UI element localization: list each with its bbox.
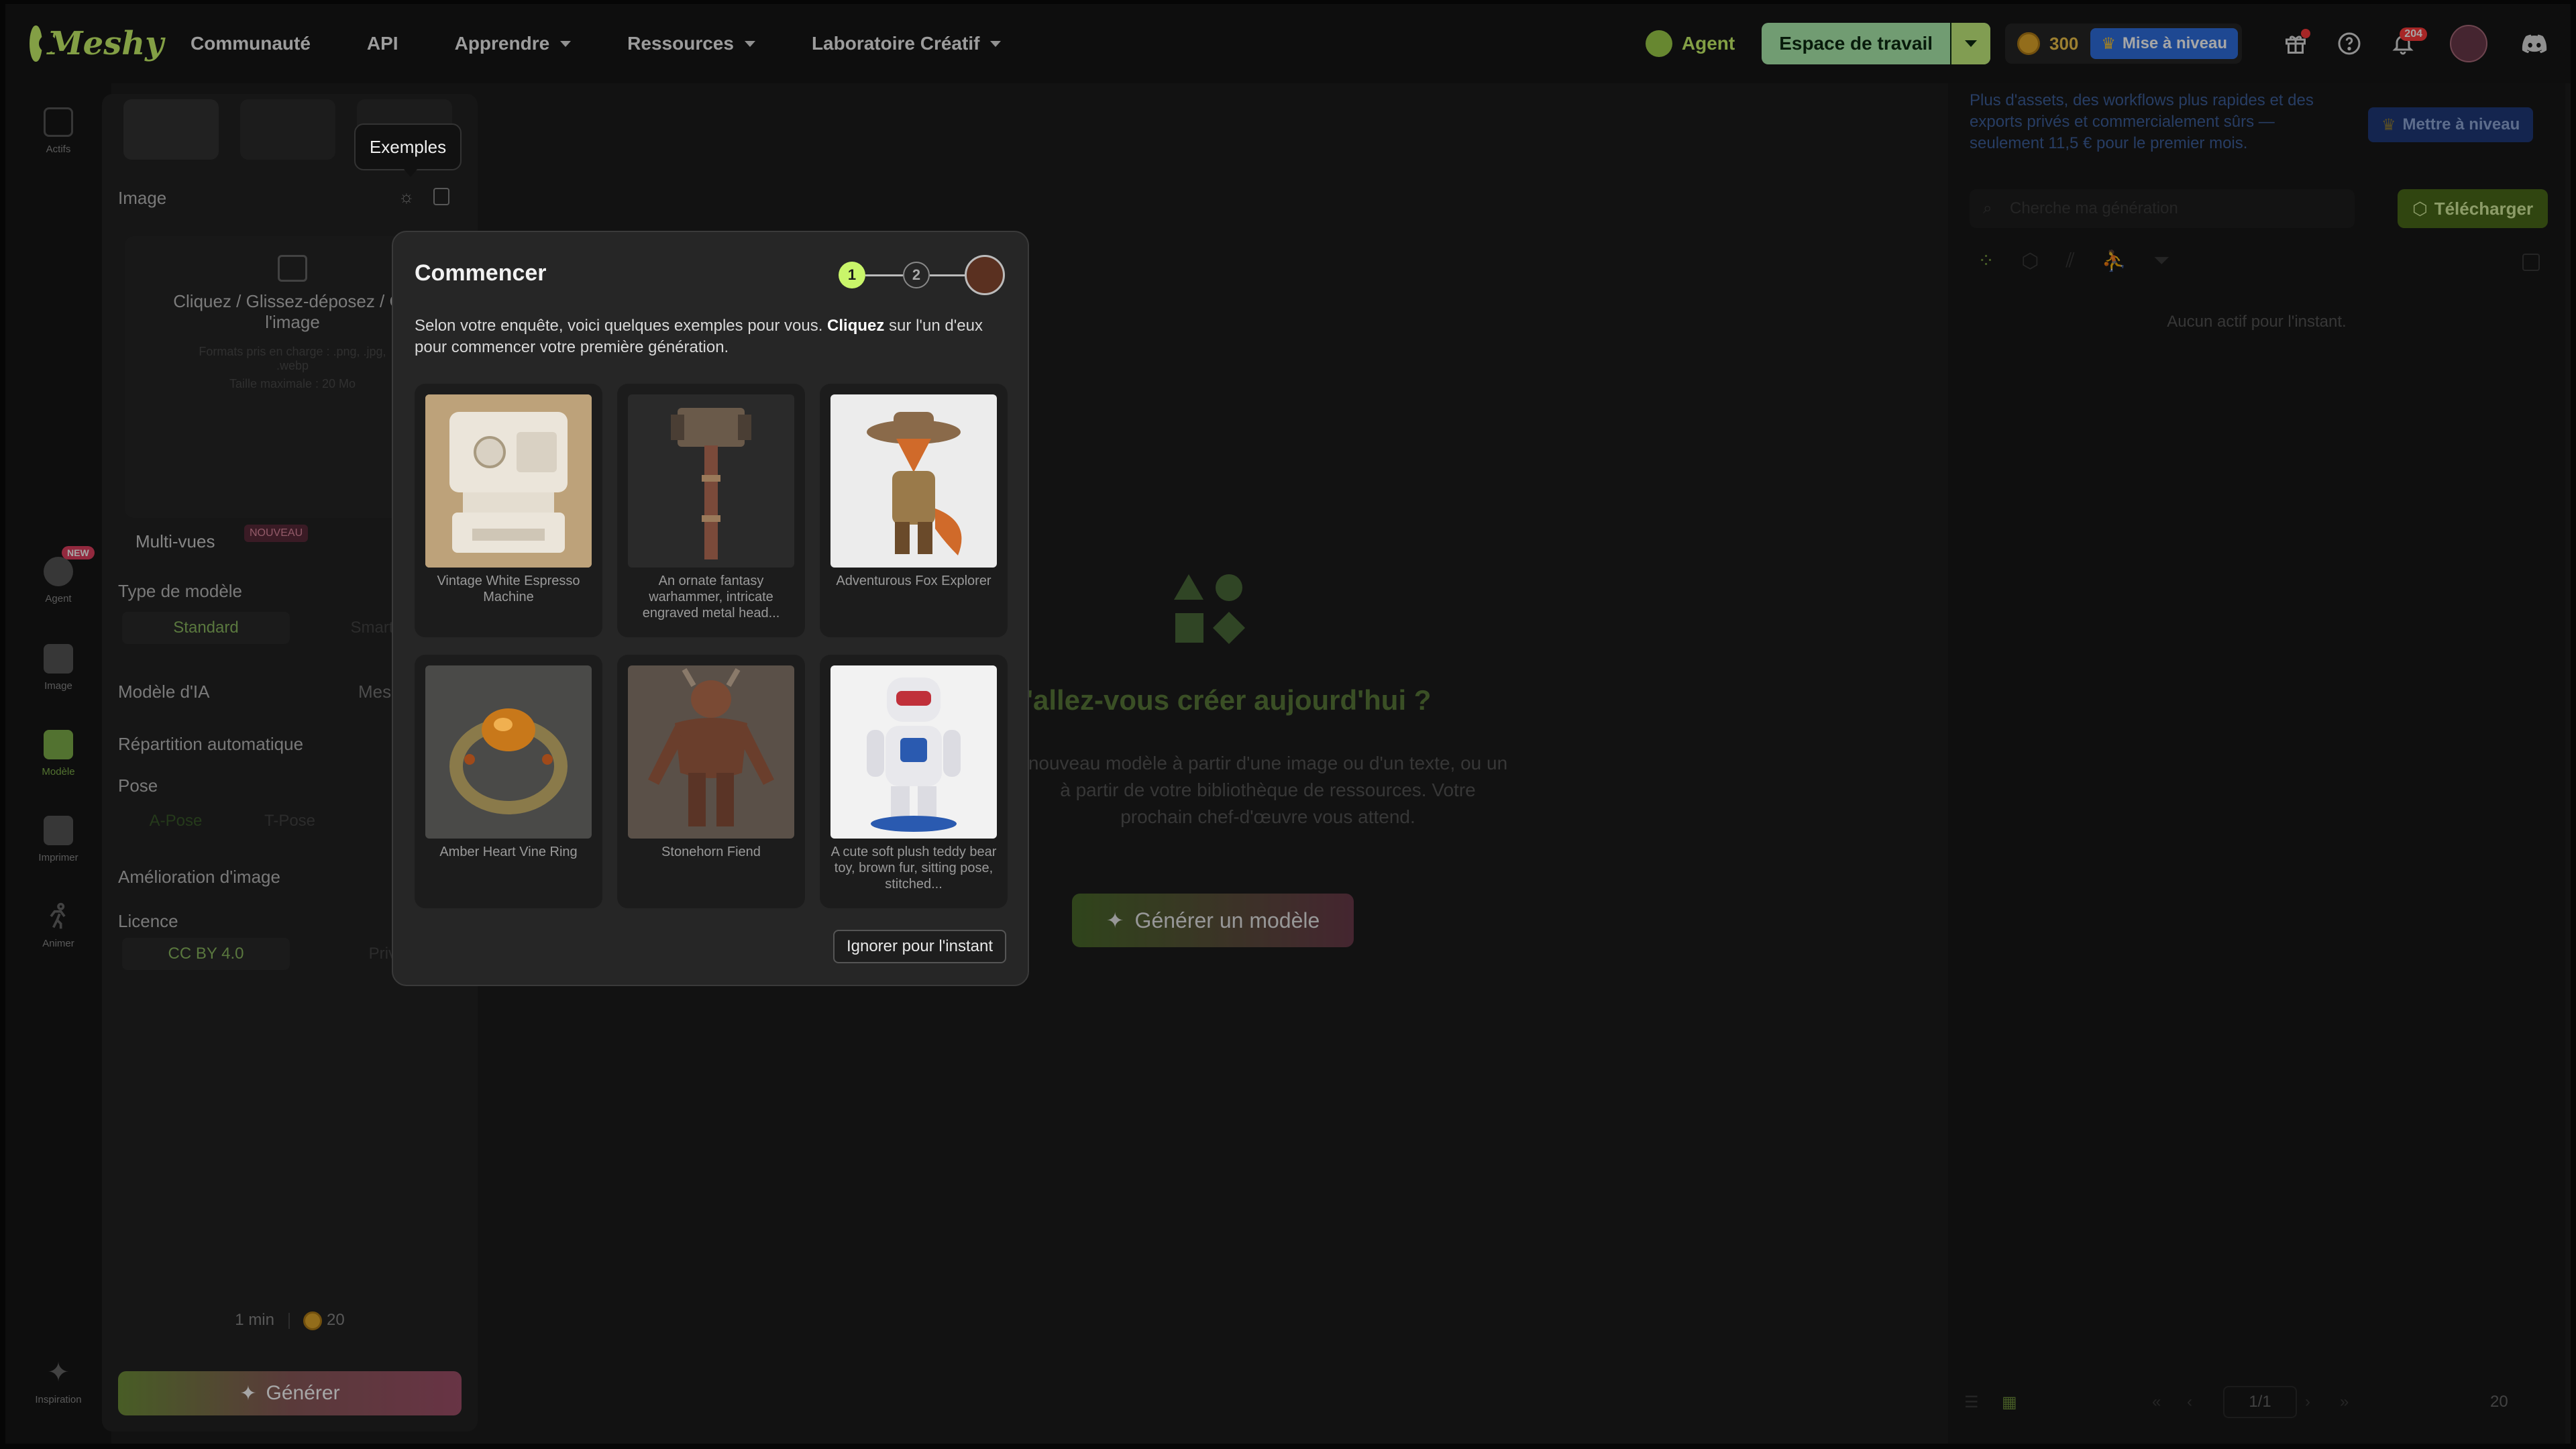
example-image-warhammer — [628, 394, 794, 568]
example-caption: An ornate fantasy warhammer, intricate e… — [642, 574, 780, 621]
step-1: 1 — [839, 262, 865, 288]
example-caption: Vintage White Espresso Machine — [437, 574, 580, 604]
modal-description: Selon votre enquête, voici quelques exem… — [415, 315, 1005, 358]
example-image-ring — [425, 665, 592, 839]
modal-title: Commencer — [415, 260, 547, 286]
example-caption: Amber Heart Vine Ring — [439, 845, 578, 859]
onboarding-modal: Commencer 1 2 Selon votre enquête, voici… — [392, 231, 1029, 986]
examples-tooltip: Exemples — [354, 123, 462, 177]
example-card[interactable]: An ornate fantasy warhammer, intricate e… — [617, 384, 805, 637]
example-card[interactable]: Amber Heart Vine Ring — [415, 655, 602, 908]
example-card[interactable]: A cute soft plush teddy bear toy, brown … — [820, 655, 1008, 908]
desc-bold: Cliquez — [827, 317, 885, 335]
example-image-espresso — [425, 394, 592, 568]
example-image-robot — [830, 665, 997, 839]
example-card[interactable]: Vintage White Espresso Machine — [415, 384, 602, 637]
example-card[interactable]: Stonehorn Fiend — [617, 655, 805, 908]
modal-backdrop[interactable] — [0, 0, 2576, 1449]
example-caption: Stonehorn Fiend — [661, 845, 761, 859]
example-card[interactable]: Adventurous Fox Explorer — [820, 384, 1008, 637]
skip-button[interactable]: Ignorer pour l'instant — [833, 930, 1006, 963]
example-caption: Adventurous Fox Explorer — [836, 574, 991, 588]
step-3-avatar — [965, 255, 1005, 295]
step-connector — [865, 274, 903, 276]
example-image-fiend — [628, 665, 794, 839]
example-image-fox — [830, 394, 997, 568]
example-caption: A cute soft plush teddy bear toy, brown … — [830, 845, 997, 892]
stepper: 1 2 — [839, 255, 1006, 295]
step-2: 2 — [903, 262, 930, 288]
step-connector — [930, 274, 965, 276]
desc-part: Selon votre enquête, voici quelques exem… — [415, 317, 828, 335]
